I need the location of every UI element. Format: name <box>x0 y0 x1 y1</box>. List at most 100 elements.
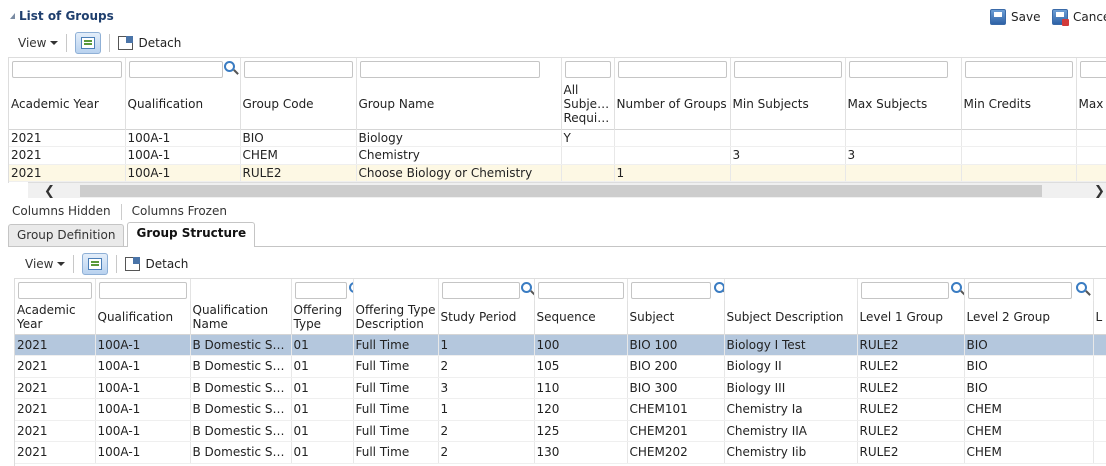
columns-frozen-link[interactable]: Columns Frozen <box>128 204 237 220</box>
col-qualification[interactable]: Qualification <box>125 80 241 129</box>
col-qualification[interactable]: Qualification <box>95 301 191 334</box>
filter-max-credits[interactable] <box>1079 60 1106 78</box>
table-row[interactable]: 2021 100A-1 BIO Biology Y <box>9 129 1106 147</box>
table-cell: CHEM <box>240 146 357 165</box>
toolbar-separator <box>116 255 118 273</box>
table-cell: RULE2 <box>240 164 357 182</box>
filter-min-subjects[interactable] <box>733 60 842 78</box>
table-row[interactable]: 2021 100A-1 B Domestic Scie... 01 Full Time 1… <box>15 398 1106 421</box>
col-group-code[interactable]: Group Code <box>240 80 357 129</box>
table-cell: Biology III <box>724 377 858 399</box>
search-icon[interactable] <box>713 282 723 293</box>
col-number-of-groups[interactable]: Number of Groups <box>614 80 731 129</box>
view-menu[interactable]: View <box>18 36 59 50</box>
table-row[interactable]: 2021 100A-1 CHEM Chemistry 3 3 <box>9 146 1106 165</box>
col-academic-year[interactable]: Academic Year <box>15 301 96 334</box>
table-cell: B Domestic Scie... <box>190 441 292 464</box>
table-row[interactable]: 2021 100A-1 B Domestic Scie... 01 Full Time 2… <box>15 420 1106 442</box>
table-row[interactable]: 2021 100A-1 RULE2 Choose Biology or Chemist… <box>9 164 1106 182</box>
save-button[interactable]: Save <box>990 9 1040 25</box>
table-row[interactable]: 2021 100A-1 B Domestic Scie... 01 Full Time 1… <box>15 334 1106 356</box>
col-level-2-group[interactable]: Level 2 Group <box>964 301 1094 334</box>
table-row[interactable]: 2021 100A-1 B Domestic Scie... 01 Full Time 2… <box>15 441 1106 464</box>
table-cell: Full Time <box>353 398 439 421</box>
filter-row <box>15 279 1106 301</box>
col-subject-description[interactable]: Subject Description <box>724 301 858 334</box>
tab-group-structure[interactable]: Group Structure <box>127 222 256 247</box>
table-cell: RULE2 <box>857 355 965 378</box>
search-icon[interactable] <box>950 282 962 293</box>
scroll-right-icon[interactable]: ❯ <box>1094 184 1105 199</box>
table-row[interactable]: 2021 100A-1 B Domestic Scie... 01 Full Time 3… <box>15 377 1106 399</box>
table-cell: 100A-1 <box>95 441 191 464</box>
table-cell: 01 <box>291 441 354 464</box>
filter-sequence[interactable] <box>537 281 624 299</box>
table-cell: CHEM <box>964 398 1094 421</box>
table-cell <box>1076 146 1106 165</box>
table-cell: Chemistry Iib <box>724 441 858 464</box>
horizontal-scrollbar[interactable]: ❮ ❯ <box>28 182 1106 199</box>
detach-button[interactable]: Detach <box>125 257 188 271</box>
query-by-example-button[interactable] <box>82 253 109 275</box>
filter-subject[interactable] <box>630 281 711 299</box>
filter-offering-type[interactable] <box>294 281 347 299</box>
search-icon[interactable] <box>1075 282 1087 293</box>
table-cell: 01 <box>291 355 354 378</box>
filter-min-credits[interactable] <box>964 60 1073 78</box>
col-academic-year[interactable]: Academic Year <box>9 80 126 129</box>
col-max-credits[interactable]: Max C <box>1076 80 1106 129</box>
section-header[interactable]: List of Groups <box>10 9 114 23</box>
filter-qualification[interactable] <box>98 281 187 299</box>
table-cell: RULE2 <box>857 334 965 356</box>
filter-max-subjects[interactable] <box>848 60 948 78</box>
table-cell: Y <box>561 129 615 147</box>
table-cell: Full Time <box>353 377 439 399</box>
structure-table-container: Academic Year Qualification Qualificatio… <box>14 278 1106 466</box>
filter-study-period[interactable] <box>441 281 520 299</box>
filter-group-name[interactable] <box>359 60 540 78</box>
filter-level-1-group[interactable] <box>860 281 949 299</box>
filter-level-2-group[interactable] <box>967 281 1072 299</box>
table-cell <box>1093 377 1106 399</box>
columns-hidden-link[interactable]: Columns Hidden <box>8 204 121 220</box>
filter-all-subjects[interactable] <box>564 60 611 78</box>
col-sequence[interactable]: Sequence <box>534 301 628 334</box>
col-min-credits[interactable]: Min Credits <box>961 80 1077 129</box>
filter-group-code[interactable] <box>243 60 353 78</box>
detach-icon <box>125 257 141 271</box>
query-by-example-button[interactable] <box>75 32 102 54</box>
view-menu[interactable]: View <box>25 257 66 271</box>
table-cell <box>730 164 846 182</box>
table-row[interactable]: 2021 100A-1 B Domestic Scie... 01 Full Time 2… <box>15 355 1106 378</box>
table-cell: RULE2 <box>857 441 965 464</box>
table-cell <box>1076 129 1106 147</box>
col-level-3-group[interactable]: L <box>1093 301 1106 334</box>
col-level-1-group[interactable]: Level 1 Group <box>857 301 965 334</box>
cancel-button[interactable]: Cancel <box>1052 9 1106 26</box>
filter-qualification[interactable] <box>128 60 223 78</box>
table-cell: 100A-1 <box>95 420 191 442</box>
scroll-left-icon[interactable]: ❮ <box>44 184 55 199</box>
col-study-period[interactable]: Study Period <box>438 301 535 334</box>
col-offering-type-description[interactable]: Offering Type Description <box>353 301 439 334</box>
search-icon[interactable] <box>520 282 532 293</box>
col-all-subjects-required[interactable]: All Subjects Required <box>561 80 615 129</box>
caret-down-icon <box>57 262 66 266</box>
table-cell: Biology I Test <box>724 334 858 356</box>
col-group-name[interactable]: Group Name <box>356 80 562 129</box>
scrollbar-thumb[interactable] <box>80 185 1042 197</box>
detach-button[interactable]: Detach <box>118 36 181 50</box>
col-max-subjects[interactable]: Max Subjects <box>845 80 962 129</box>
col-min-subjects[interactable]: Min Subjects <box>730 80 846 129</box>
col-subject[interactable]: Subject <box>627 301 725 334</box>
tab-group-definition[interactable]: Group Definition <box>8 224 125 246</box>
filter-academic-year[interactable] <box>12 60 122 78</box>
filter-academic-year[interactable] <box>18 281 92 299</box>
collapse-icon[interactable] <box>10 13 15 19</box>
filter-number-of-groups[interactable] <box>617 60 727 78</box>
search-icon[interactable] <box>223 61 235 72</box>
table-cell: 100A-1 <box>95 334 191 356</box>
col-offering-type[interactable]: Offering Type <box>291 301 354 334</box>
structure-table: Academic Year Qualification Qualificatio… <box>15 279 1106 464</box>
col-qualification-name[interactable]: Qualification Name <box>190 301 292 334</box>
